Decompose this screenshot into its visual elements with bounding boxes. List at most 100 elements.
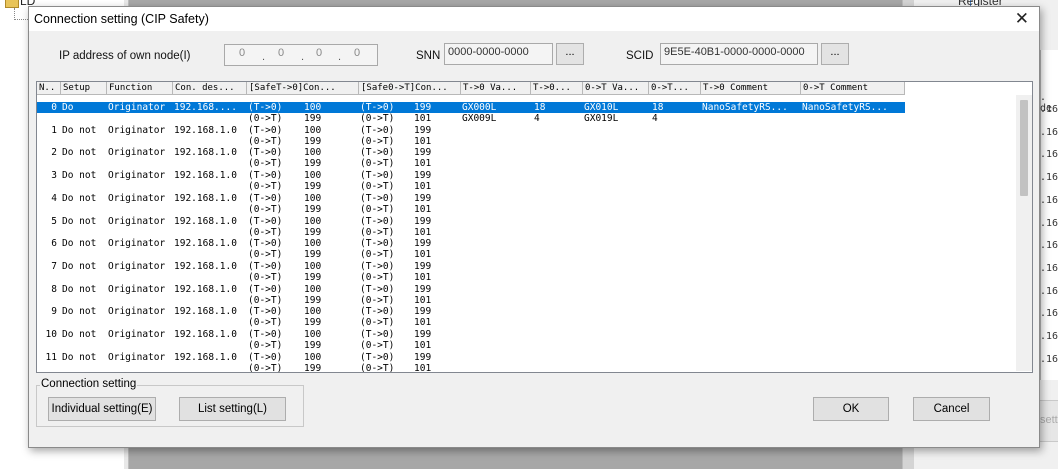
scid-field[interactable]: 9E5E-40B1-0000-0000-0000 xyxy=(660,43,818,65)
column-header[interactable]: Setup xyxy=(61,82,107,95)
ok-button[interactable]: OK xyxy=(813,397,889,421)
connection-setting-group-label: Connection setting xyxy=(40,378,138,390)
table-cell: 199 xyxy=(414,260,432,272)
table-cell: Do not xyxy=(62,147,97,159)
ip-address-label: IP address of own node(I) xyxy=(59,50,191,62)
table-row[interactable]: 2 Do not Originator 192.168.1.0 (T->0) 100 (T-… xyxy=(37,147,1017,170)
column-header[interactable]: Con. des... xyxy=(173,82,247,95)
settings-button-background[interactable]: setti xyxy=(1037,400,1058,442)
table-row[interactable]: 3 Do not Originator 192.168.1.0 (T->0) 100 (T-… xyxy=(37,170,1017,193)
individual-setting-button[interactable]: Individual setting(E) xyxy=(48,397,156,421)
table-cell: 192.168.... xyxy=(174,102,237,113)
table-cell: 100 xyxy=(304,192,322,204)
snn-browse-button[interactable]: ... xyxy=(556,43,584,65)
table-cell: 101 xyxy=(414,340,432,351)
column-header[interactable]: 0->T... xyxy=(649,82,701,95)
connection-table[interactable]: N.. Setup Function Con. des... [SafeT->0]Con… xyxy=(36,81,1033,373)
table-cell: (T->0) xyxy=(360,238,395,250)
table-cell xyxy=(37,227,57,238)
table-row[interactable]: 8 Do not Originator 192.168.1.0 (T->0) 100 (T-… xyxy=(37,284,1017,307)
table-cell: Originator xyxy=(108,351,166,363)
scid-browse-button[interactable]: ... xyxy=(821,43,849,65)
table-cell: 192.168.1.0 xyxy=(174,215,237,227)
table-cell xyxy=(37,113,57,124)
table-row[interactable]: 4 Do not Originator 192.168.1.0 (T->0) 100 (T-… xyxy=(37,193,1017,216)
ip-address-field[interactable]: 0 . 0 . 0 . 0 xyxy=(224,44,378,66)
table-cell: (0->T) xyxy=(248,362,283,373)
table-cell: 100 xyxy=(304,238,322,250)
table-cell: 100 xyxy=(304,329,322,340)
table-cell: 101 xyxy=(414,181,432,193)
table-cell: (0->T) xyxy=(248,317,283,329)
table-cell: (0->T) xyxy=(360,158,395,170)
table-cell: 192.168.1.0 xyxy=(174,238,237,250)
table-cell: (T->0) xyxy=(360,351,395,363)
table-cell: 192.168.1.0 xyxy=(174,283,237,295)
table-row[interactable]: 11 Do not Originator 192.168.1.0 (T->0) 100 (T… xyxy=(37,351,1017,373)
table-row[interactable]: 5 Do not Originator 192.168.1.0 (T->0) 100 (T-… xyxy=(37,216,1017,239)
table-cell xyxy=(37,181,57,192)
table-cell xyxy=(37,158,57,169)
column-header[interactable]: [SafeT->0]Con... xyxy=(247,82,359,95)
table-row-line: (0->T) 199 (0->T) 101 xyxy=(37,272,905,283)
right-panel-value: .16 xyxy=(1040,353,1058,365)
table-cell: Originator xyxy=(108,147,166,159)
dialog-title: Connection setting (CIP Safety) xyxy=(34,12,209,26)
settings-button-label: setti xyxy=(1040,414,1058,426)
table-cell xyxy=(37,363,57,372)
table-cell: 101 xyxy=(414,203,432,215)
table-cell: 101 xyxy=(414,158,432,170)
table-cell: (T->0) xyxy=(248,283,283,295)
table-cell: 192.168.1.0 xyxy=(174,351,237,363)
table-row[interactable]: 9 Do not Originator 192.168.1.0 (T->0) 100 (T-… xyxy=(37,306,1017,329)
table-cell: Do not xyxy=(62,215,97,227)
column-header[interactable]: 0->T Va... xyxy=(583,82,649,95)
table-cell: 9 xyxy=(51,306,57,318)
column-header[interactable]: N.. xyxy=(37,82,61,95)
table-cell: 199 xyxy=(304,135,322,147)
ip-dot: . xyxy=(262,51,266,63)
close-icon[interactable]: ✕ xyxy=(1015,9,1029,29)
table-cell: (0->T) xyxy=(360,362,395,373)
table-cell: (0->T) xyxy=(248,226,283,238)
table-cell: 192.168.1.0 xyxy=(174,192,237,204)
list-setting-button[interactable]: List setting(L) xyxy=(179,397,286,421)
table-cell: (0->T) xyxy=(360,203,395,215)
table-row-line: 7 Do not Originator 192.168.1.0 (T->0) 100 (T-… xyxy=(37,261,905,272)
table-cell: (0->T) xyxy=(360,271,395,283)
table-row[interactable]: 6 Do not Originator 192.168.1.0 (T->0) 100 (T-… xyxy=(37,238,1017,261)
table-cell xyxy=(37,249,57,260)
table-cell: 0 xyxy=(51,102,57,113)
column-header[interactable]: [Safe0->T]Con... xyxy=(359,82,461,95)
dialog-titlebar[interactable]: Connection setting (CIP Safety) ✕ xyxy=(29,7,1039,31)
column-header[interactable]: T->0 Va... xyxy=(461,82,531,95)
table-cell: 192.168.1.0 xyxy=(174,260,237,272)
column-header[interactable]: T->0... xyxy=(531,82,583,95)
table-row[interactable]: 1 Do not Originator 192.168.1.0 (T->0) 100 (T-… xyxy=(37,125,1017,148)
scrollbar-thumb[interactable] xyxy=(1020,100,1028,196)
table-cell: (0->T) xyxy=(360,226,395,238)
table-cell: NanoSafetyRS... xyxy=(702,102,788,113)
table-row-line: 2 Do not Originator 192.168.1.0 (T->0) 100 (T-… xyxy=(37,147,905,158)
table-cell: 2 xyxy=(51,147,57,159)
snn-field[interactable]: 0000-0000-0000 xyxy=(444,43,553,65)
cancel-button[interactable]: Cancel xyxy=(913,397,990,421)
table-row[interactable]: 0 Do Originator 192.168.... (T->0) 100 (T->0) 1… xyxy=(37,102,1017,125)
column-header[interactable]: Function xyxy=(107,82,173,95)
table-cell: Do not xyxy=(62,124,97,136)
table-cell: Do not xyxy=(62,329,97,340)
table-row-line: (0->T) 199 (0->T) 101 xyxy=(37,340,905,351)
column-header[interactable]: T->0 Comment xyxy=(701,82,801,95)
table-cell: 18 xyxy=(652,102,664,113)
table-cell: 8 xyxy=(51,283,57,295)
table-cell: (0->T) xyxy=(360,113,395,124)
table-cell: Originator xyxy=(108,192,166,204)
table-row[interactable]: 10 Do not Originator 192.168.1.0 (T->0) 100 (T… xyxy=(37,329,1017,352)
table-cell: (0->T) xyxy=(248,113,283,124)
table-cell: 199 xyxy=(414,306,432,318)
table-row[interactable]: 7 Do not Originator 192.168.1.0 (T->0) 100 (T-… xyxy=(37,261,1017,284)
table-row-line: (0->T) 199 (0->T) 101 xyxy=(37,227,905,238)
folder-icon xyxy=(5,0,19,8)
table-cell: 101 xyxy=(414,271,432,283)
column-header[interactable]: 0->T Comment xyxy=(801,82,905,95)
